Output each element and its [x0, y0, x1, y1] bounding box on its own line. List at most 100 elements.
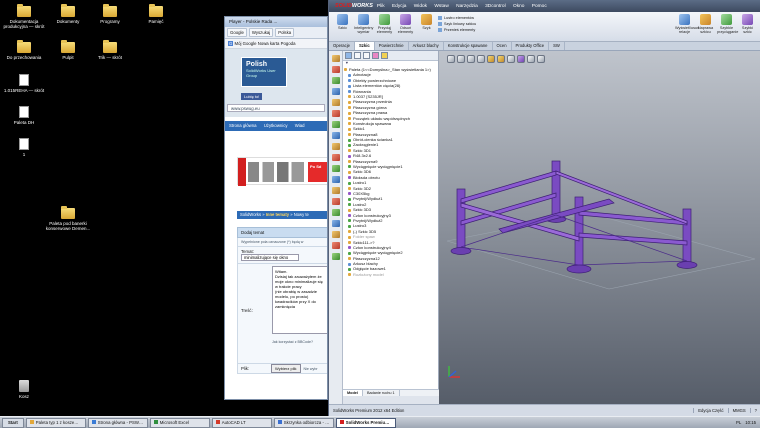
- explorer-icon[interactable]: [331, 165, 340, 172]
- ribbon-pattern-button[interactable]: Szyk: [417, 14, 436, 30]
- tab-motion-study[interactable]: Badanie ruchu 1: [363, 390, 400, 396]
- tree-node[interactable]: Rozłożony model: [343, 272, 438, 277]
- desktop-icon-trik[interactable]: Trik — skrót: [86, 40, 134, 60]
- bbcode-hint[interactable]: Jak korzystać z BBCode?: [272, 340, 313, 344]
- appearances-icon[interactable]: [331, 99, 340, 106]
- rapid-sketch-button[interactable]: Szybki szkic: [738, 14, 757, 34]
- sw-titlebar[interactable]: SOLIDWORKS Plik Edycja Widok Wstaw Narzę…: [329, 0, 760, 12]
- taskbar-item-outlook[interactable]: Skrzynka odbiorcza - Mic...: [273, 417, 334, 428]
- menu-okno[interactable]: Okno: [513, 4, 524, 9]
- body-textarea[interactable]: Witam. Dzisiaj tak zauważyłem że moje ok…: [272, 266, 327, 334]
- menu-3dcontrol[interactable]: 3Dcontrol: [485, 4, 506, 9]
- desktop-icon-do-przechowania[interactable]: Do przechowania: [0, 40, 48, 60]
- tab-model[interactable]: Model: [343, 390, 363, 396]
- tray-clock[interactable]: 10:15: [745, 420, 756, 425]
- desktop-icon-dokumentacja[interactable]: Dokumentacja produkcyjna — skrót: [0, 4, 48, 29]
- repair-sketch-button[interactable]: Naprawa szkicu: [696, 14, 715, 34]
- breadcrumb-link[interactable]: Inne tematy: [266, 212, 289, 217]
- nav-news[interactable]: Wiad: [295, 123, 305, 128]
- search-icon[interactable]: [331, 121, 340, 128]
- quick-snaps-button[interactable]: Szybkie przyciąganie: [717, 14, 738, 34]
- desktop-icon-kosz[interactable]: Kosz: [0, 380, 48, 399]
- logo-title: Polish: [246, 61, 268, 68]
- choose-file-button[interactable]: Wybierz plik: [271, 364, 301, 373]
- tips-icon[interactable]: [331, 242, 340, 249]
- feature-manager-tab-icon[interactable]: [345, 52, 352, 59]
- browser-title[interactable]: Player - Polskie Rada ...: [225, 17, 327, 27]
- ad-banner[interactable]: Po Sd: [237, 157, 327, 186]
- toolbar-polska[interactable]: Polska: [275, 28, 295, 37]
- move-entities-button[interactable]: Przenieś elementy: [438, 27, 476, 33]
- status-help[interactable]: ?: [749, 408, 760, 413]
- status-units[interactable]: MMGS: [727, 408, 750, 413]
- menu-pomoc[interactable]: Pomoc: [532, 4, 547, 9]
- ribbon-smart-dimension-button[interactable]: Inteligentny wymiar: [354, 14, 373, 34]
- custom-properties-icon[interactable]: [331, 110, 340, 117]
- toolbox-icon[interactable]: [331, 187, 340, 194]
- configuration-manager-tab-icon[interactable]: [363, 52, 370, 59]
- library-icon[interactable]: [331, 143, 340, 150]
- nav-home[interactable]: Strona główna: [229, 123, 256, 128]
- decals-icon[interactable]: [331, 198, 340, 205]
- resources-icon[interactable]: [331, 132, 340, 139]
- ribbon-sketch-button[interactable]: Szkic: [333, 14, 352, 30]
- taskbar-item-folder[interactable]: Paleta typ 1 z koszem na...: [25, 417, 86, 428]
- desktop-icon-1015reha[interactable]: 1.015REHA — skrót: [0, 74, 48, 93]
- tab-powierzchnie[interactable]: Powierzchnie: [375, 42, 409, 50]
- menu-widok[interactable]: Widok: [414, 4, 427, 9]
- breadcrumb-root[interactable]: SolidWorks »: [240, 212, 266, 217]
- menu-plik[interactable]: Plik: [377, 4, 385, 9]
- toolbar-google[interactable]: Google: [227, 28, 247, 37]
- pswug-logo[interactable]: Polish SolidWorks User Group: [241, 57, 287, 87]
- url-bar[interactable]: www.pswug.eu: [227, 104, 325, 112]
- google-icon[interactable]: G: [228, 41, 234, 46]
- menu-wstaw[interactable]: Wstaw: [434, 4, 448, 9]
- nav-users[interactable]: Użytkownicy: [264, 123, 288, 128]
- start-button[interactable]: Start: [2, 417, 24, 428]
- ribbon-offset-button[interactable]: Odsuń elementy: [396, 14, 415, 34]
- menu-narzedzia[interactable]: Narzędzia: [456, 4, 478, 9]
- graphics-area[interactable]: [439, 51, 760, 404]
- taskbar-item-solidworks[interactable]: SolidWorks Premium ...: [335, 417, 396, 428]
- scenes-icon[interactable]: [331, 209, 340, 216]
- pallet-model[interactable]: [439, 51, 760, 404]
- taskbar-item-browser[interactable]: Strona główna - PSWUG...: [87, 417, 148, 428]
- view-palette-icon[interactable]: [331, 88, 340, 95]
- desktop-icon-paleta-pod-banerki[interactable]: Paleta pod banerki konserwowe Demen...: [40, 206, 96, 231]
- taskbar-item-excel[interactable]: Microsoft Excel: [149, 417, 210, 428]
- tab-operacje[interactable]: Operacje: [329, 42, 355, 50]
- forum-icon[interactable]: [331, 154, 340, 161]
- tab-szkic[interactable]: Szkic: [355, 42, 375, 50]
- desktop-icon-programy[interactable]: Programy: [86, 4, 134, 24]
- facebook-like-button[interactable]: Lubię to!: [241, 93, 263, 100]
- tray-language[interactable]: PL: [736, 420, 741, 425]
- design-library-icon[interactable]: [331, 66, 340, 73]
- toolbar-search-button[interactable]: Wyszukaj: [248, 28, 274, 37]
- file-explorer-icon[interactable]: [331, 77, 340, 84]
- settings-icon[interactable]: [331, 220, 340, 227]
- display-manager-tab-icon[interactable]: [381, 52, 388, 59]
- palette-icon[interactable]: [331, 176, 340, 183]
- menu-edycja[interactable]: Edycja: [392, 4, 406, 9]
- property-manager-tab-icon[interactable]: [354, 52, 361, 59]
- display-relations-button[interactable]: Wyświetl/usuń relacje: [675, 14, 699, 34]
- desktop-icon-pamiec[interactable]: Pamięć: [132, 4, 180, 24]
- expand-icon[interactable]: [331, 253, 340, 260]
- desktop-icon-dokumenty[interactable]: Dokumenty: [44, 4, 92, 24]
- dimxpert-tab-icon[interactable]: [372, 52, 379, 59]
- desktop-icon-1[interactable]: 1: [0, 138, 48, 157]
- desktop-icon-paleta-dh[interactable]: Paleta DH: [0, 106, 48, 125]
- tab-produkty-office[interactable]: Produkty Office: [512, 42, 550, 50]
- tab-konstrukcje-spawane[interactable]: Konstrukcje spawane: [444, 42, 493, 50]
- desktop-icon-pulpit[interactable]: Pulpit: [44, 40, 92, 60]
- tab-ocen[interactable]: Ocen: [493, 42, 512, 50]
- taskbar-item-autocad[interactable]: AutoCAD LT: [211, 417, 272, 428]
- bookmarks-links[interactable]: Mój Google Nowa karta Pogoda: [235, 41, 296, 46]
- help-icon[interactable]: [331, 231, 340, 238]
- tab-sw[interactable]: SW: [549, 42, 565, 50]
- tab-arkusz-blachy[interactable]: Arkusz blachy: [409, 42, 444, 50]
- solidworks-logo[interactable]: SOLIDWORKS: [335, 3, 373, 9]
- toolbox-icon[interactable]: [331, 55, 340, 62]
- subject-input[interactable]: [241, 254, 299, 261]
- ribbon-trim-button[interactable]: Przyciąj elementy: [375, 14, 394, 34]
